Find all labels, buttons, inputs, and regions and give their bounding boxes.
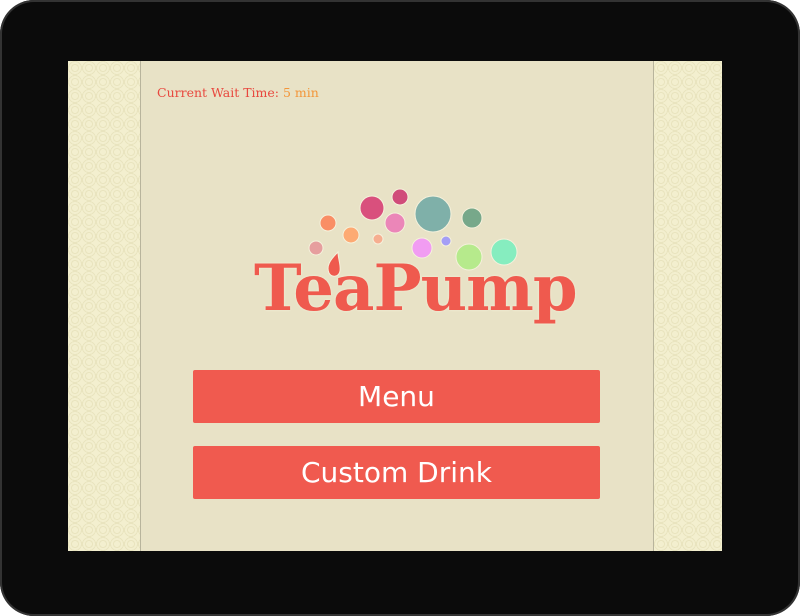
bubble (391, 188, 409, 206)
tablet-bezel: Current Wait Time: 5 min TeaPump Menu Cu… (0, 0, 800, 616)
bubble (319, 214, 337, 232)
bubble (384, 212, 406, 234)
bubble (414, 195, 452, 233)
menu-button[interactable]: Menu (193, 370, 600, 423)
bubble (372, 233, 384, 245)
bubble (359, 195, 385, 221)
bubble (461, 207, 483, 229)
bubble (342, 226, 360, 244)
custom-drink-button[interactable]: Custom Drink (193, 446, 600, 499)
app-screen: Current Wait Time: 5 min TeaPump Menu Cu… (68, 61, 722, 551)
brand-name: TeaPump (254, 251, 578, 326)
bubble (440, 235, 452, 247)
